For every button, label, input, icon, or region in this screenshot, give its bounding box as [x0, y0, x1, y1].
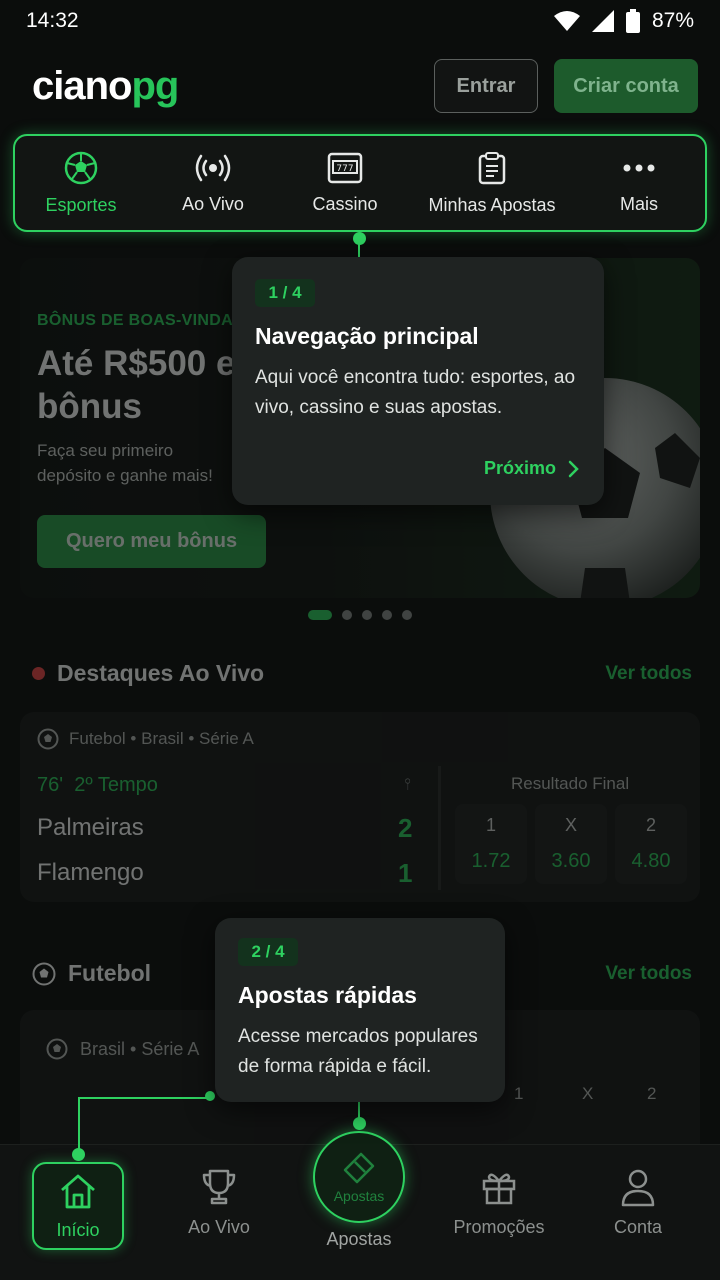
clipboard-icon: [478, 151, 506, 184]
live-match-card[interactable]: Futebol • Brasil • Série A 76' 2º Tempo …: [20, 712, 700, 902]
tooltip-next-button[interactable]: Próximo: [484, 458, 580, 479]
away-team: Flamengo: [37, 859, 144, 886]
more-dots-icon: [623, 164, 655, 171]
home-score: 2: [398, 813, 413, 843]
odd-button-home[interactable]: 1 1.72: [455, 804, 527, 884]
divider: [438, 766, 441, 890]
svg-text:777: 777: [336, 164, 353, 174]
battery-percent: 87%: [651, 9, 694, 32]
app-header: cianopg Entrar Criar conta: [0, 56, 720, 116]
football-league: Brasil • Série A: [46, 1038, 199, 1060]
live-see-all-link[interactable]: Ver todos: [605, 663, 692, 685]
carousel-dot[interactable]: [342, 610, 352, 620]
carousel-dot[interactable]: [402, 610, 412, 620]
bonus-description: Faça seu primeiro depósito e ganhe mais!: [37, 441, 213, 485]
nav-item-live[interactable]: Ao Vivo: [148, 152, 278, 215]
tooltip-anchor-dot: [72, 1148, 85, 1161]
tooltip-connector: [358, 240, 360, 258]
nav-item-casino[interactable]: 777 Cassino: [280, 152, 410, 215]
tooltip-description: Aqui você encontra tudo: esportes, ao vi…: [255, 367, 576, 418]
tooltip-connector: [78, 1097, 80, 1155]
live-broadcast-icon: [195, 154, 231, 181]
claim-bonus-button[interactable]: Quero meu bônus: [37, 515, 266, 568]
gift-icon: [482, 1173, 516, 1205]
nav-item-my-bets[interactable]: Minhas Apostas: [412, 151, 572, 216]
nav-item-sports[interactable]: Esportes: [16, 151, 146, 216]
user-icon: [621, 1169, 655, 1207]
home-icon: [61, 1174, 95, 1208]
wifi-icon: [553, 11, 580, 31]
tooltip-step-badge: 1 / 4: [255, 279, 315, 307]
odds-header-home: 1: [514, 1084, 524, 1103]
bottom-navigation: Início Ao Vivo Apostas Apostas Promoções…: [0, 1131, 720, 1280]
tooltip-title: Navegação principal: [255, 323, 479, 349]
chevron-right-icon: [568, 460, 579, 477]
tooltip-title: Apostas rápidas: [238, 982, 417, 1008]
odd-button-away[interactable]: 2 4.80: [615, 804, 687, 884]
football-section-title: Futebol: [68, 960, 152, 986]
battery-icon: [625, 9, 640, 33]
main-navigation: Esportes Ao Vivo 777 Cassino Minhas Apos…: [13, 134, 707, 232]
match-stats-icon[interactable]: ⫯: [404, 776, 411, 794]
football-see-all-link[interactable]: Ver todos: [605, 963, 692, 985]
tooltip-step-badge: 2 / 4: [238, 938, 298, 966]
home-team: Palmeiras: [37, 814, 144, 841]
soccer-ball-icon: [64, 151, 98, 184]
market-label: Resultado Final: [511, 774, 630, 793]
live-section-title: Destaques Ao Vivo: [57, 660, 265, 686]
onboarding-tooltip-navigation: 1 / 4 Navegação principal Aqui você enco…: [232, 257, 604, 505]
tooltip-anchor-dot: [205, 1091, 215, 1101]
tooltip-connector: [358, 1101, 360, 1119]
carousel-dot[interactable]: [362, 610, 372, 620]
soccer-ball-icon: [32, 962, 56, 985]
status-bar: 14:32 87%: [0, 0, 720, 42]
odds-header-away: 2: [647, 1084, 657, 1103]
tooltip-connector: [78, 1097, 212, 1099]
onboarding-tooltip-quick-bets: 2 / 4 Apostas rápidas Acesse mercados po…: [215, 918, 505, 1102]
match-league: Futebol • Brasil • Série A: [37, 728, 254, 750]
soccer-ball-icon: [37, 728, 59, 750]
bottom-nav-account[interactable]: Conta: [578, 1167, 698, 1238]
signup-button[interactable]: Criar conta: [554, 59, 698, 113]
soccer-ball-icon: [46, 1038, 68, 1060]
trophy-icon: [202, 1169, 236, 1205]
logo[interactable]: cianopg: [32, 64, 179, 109]
ticket-icon: [343, 1152, 375, 1184]
nav-item-more[interactable]: Mais: [574, 152, 704, 215]
signal-icon: [591, 10, 614, 32]
bottom-nav-bets-button[interactable]: Apostas: [313, 1131, 405, 1223]
carousel-dots: [308, 610, 412, 620]
slot-machine-icon: 777: [327, 152, 363, 183]
status-time: 14:32: [26, 9, 79, 32]
status-icons: 87%: [553, 9, 694, 33]
tooltip-description: Acesse mercados populares de forma rápid…: [238, 1026, 478, 1077]
live-section-header: Destaques Ao Vivo Ver todos: [32, 660, 692, 687]
bottom-nav-home[interactable]: Início: [32, 1162, 124, 1250]
bonus-tag: BÔNUS DE BOAS-VINDAS: [37, 312, 244, 329]
live-indicator-icon: [32, 667, 45, 680]
odd-button-draw[interactable]: X 3.60: [535, 804, 607, 884]
carousel-dot[interactable]: [308, 610, 332, 620]
login-button[interactable]: Entrar: [434, 59, 538, 113]
match-time: 76' 2º Tempo: [37, 774, 158, 796]
bottom-nav-bets-label: Apostas: [326, 1229, 392, 1249]
bottom-nav-promotions[interactable]: Promoções: [439, 1167, 559, 1238]
carousel-dot[interactable]: [382, 610, 392, 620]
bottom-nav-live[interactable]: Ao Vivo: [159, 1167, 279, 1238]
odds-header-draw: X: [582, 1084, 594, 1103]
away-score: 1: [398, 858, 413, 888]
